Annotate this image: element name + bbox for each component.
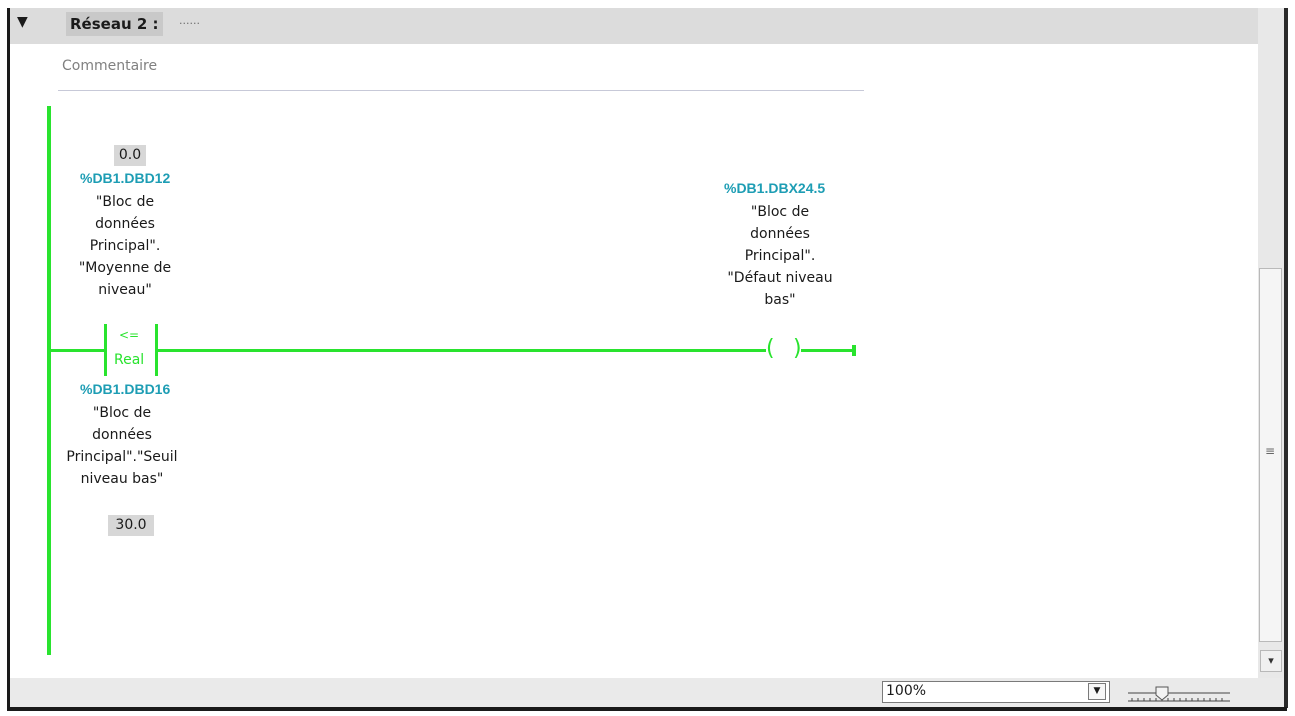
coil-address[interactable]: %DB1.DBX24.5 bbox=[724, 180, 825, 196]
coil-open-paren: ( bbox=[766, 336, 775, 361]
window-right-border bbox=[1284, 8, 1288, 708]
zoom-slider[interactable] bbox=[1126, 686, 1232, 704]
zoom-value[interactable]: 100% bbox=[886, 683, 926, 699]
contact-in1-value: 0.0 bbox=[114, 145, 146, 166]
chevron-down-icon[interactable]: ▾ bbox=[1260, 650, 1282, 672]
coil-symbol[interactable]: "Bloc de données Principal". "Défaut niv… bbox=[715, 201, 845, 311]
wire-contact-to-coil bbox=[157, 349, 766, 352]
wire-coil-out bbox=[801, 349, 854, 352]
network-title-placeholder[interactable]: ...... bbox=[179, 14, 200, 27]
triangle-down-icon[interactable]: ▼ bbox=[17, 14, 28, 30]
contact-in2-value: 30.0 bbox=[108, 515, 154, 536]
zoom-slider-thumb bbox=[1155, 686, 1169, 701]
comment-placeholder[interactable]: Commentaire bbox=[62, 58, 157, 74]
contact-right-bar bbox=[155, 324, 158, 376]
wire-rail-to-contact bbox=[51, 349, 106, 352]
power-rail bbox=[47, 106, 51, 655]
contact-in2-symbol[interactable]: "Bloc de données Principal"."Seuil nivea… bbox=[52, 402, 192, 490]
contact-in1-address[interactable]: %DB1.DBD12 bbox=[80, 170, 170, 186]
window-top bbox=[0, 0, 1295, 8]
network-title[interactable]: Réseau 2 : bbox=[66, 12, 163, 36]
coil-terminal bbox=[852, 345, 856, 356]
contact-left-bar bbox=[104, 324, 107, 376]
scroll-grip-icon: ≡ bbox=[1265, 444, 1276, 458]
dropdown-arrow-icon[interactable]: ▼ bbox=[1088, 683, 1106, 700]
contact-in2-address[interactable]: %DB1.DBD16 bbox=[80, 381, 170, 397]
comment-field[interactable] bbox=[58, 52, 864, 91]
window-left-border bbox=[7, 8, 10, 708]
contact-in1-symbol[interactable]: "Bloc de données Principal". "Moyenne de… bbox=[60, 191, 190, 301]
window-bottom-border bbox=[7, 707, 1287, 711]
coil-close-paren: ) bbox=[793, 336, 802, 361]
compare-type[interactable]: Real bbox=[114, 352, 144, 368]
compare-operator[interactable]: <= bbox=[119, 328, 139, 342]
